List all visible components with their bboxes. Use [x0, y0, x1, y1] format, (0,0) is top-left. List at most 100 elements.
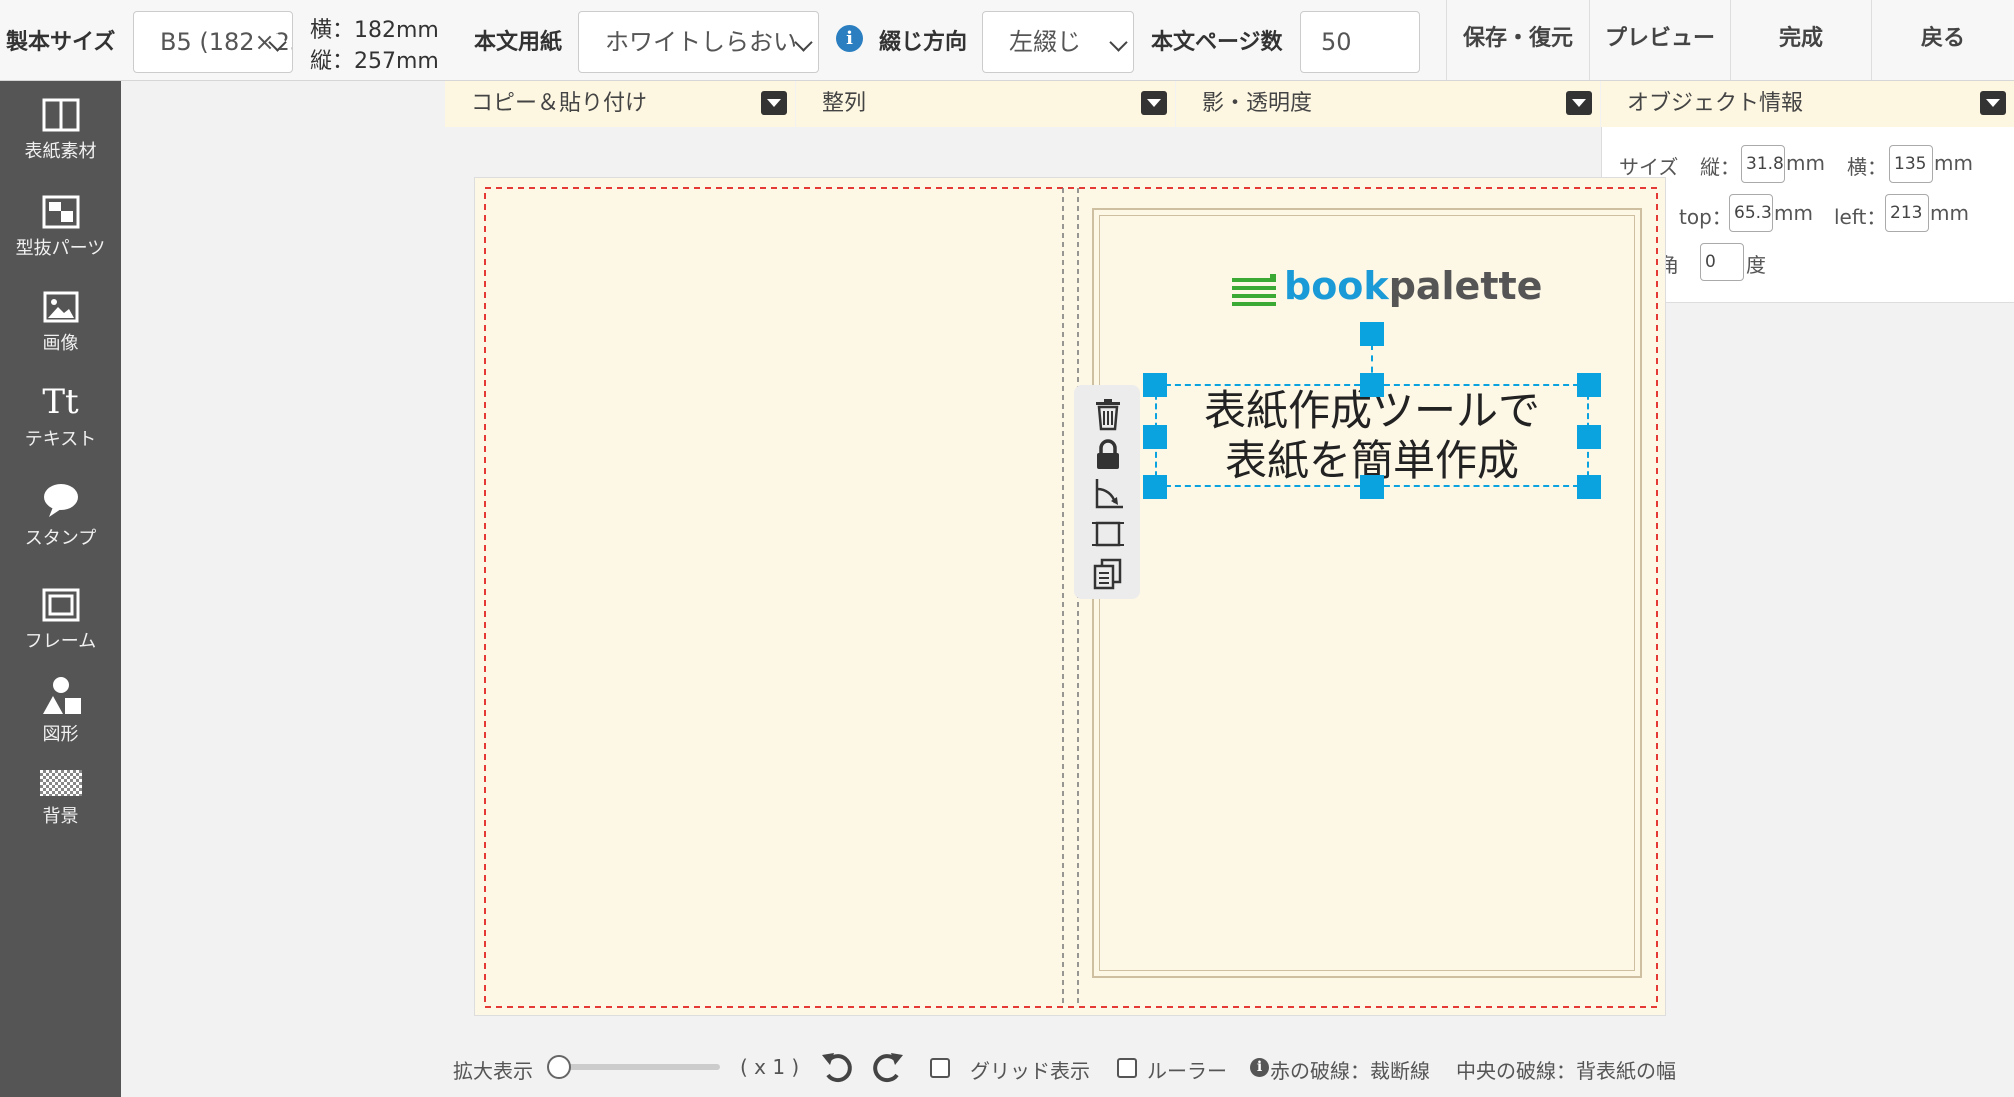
sidebar-item-label: 背景 — [42, 806, 79, 827]
speech-bubble-icon — [43, 484, 78, 517]
sidebar-item-label: 図形 — [42, 724, 79, 745]
sidebar-item-label: 表紙素材 — [24, 141, 97, 162]
grid-checkbox[interactable] — [930, 1058, 950, 1078]
cover-text[interactable]: 表紙作成ツールで 表紙を簡単作成 — [1157, 386, 1587, 486]
zoom-slider-track[interactable] — [560, 1064, 720, 1070]
page-count-input[interactable]: 50 — [1300, 11, 1420, 73]
zoom-label: 拡大表示 — [453, 1059, 533, 1083]
sidebar-item-label: テキスト — [24, 429, 97, 450]
dropdown-arrow-icon[interactable] — [1980, 91, 2006, 115]
paper-label: 本文用紙 — [474, 30, 563, 55]
dropdown-arrow-icon[interactable] — [1566, 91, 1592, 115]
object-info-panel-header[interactable]: オブジェクト情報 — [1601, 81, 2014, 127]
logo-lines-icon — [1232, 274, 1276, 306]
ruler-label: ルーラー — [1147, 1059, 1227, 1083]
crop-frame-icon[interactable] — [1091, 517, 1125, 551]
resize-handle-bottom-left[interactable] — [1143, 475, 1167, 499]
back-button[interactable]: 戻る — [1871, 0, 2014, 80]
binding-direction-label: 綴じ方向 — [879, 30, 968, 55]
copy-paste-panel-title: コピー＆貼り付け — [471, 91, 648, 116]
page-count-value: 50 — [1321, 28, 1352, 56]
background-pattern-icon — [39, 770, 82, 796]
width-label: 横： — [1847, 155, 1887, 179]
rotate-handle[interactable] — [1360, 322, 1384, 346]
logo-wordmark: bookpalette — [1284, 264, 1542, 308]
sidebar-item-label: スタンプ — [24, 528, 97, 549]
logo-book-text: book — [1284, 264, 1389, 308]
preview-button[interactable]: プレビュー — [1589, 0, 1730, 80]
resize-handle-top[interactable] — [1360, 373, 1384, 397]
height-input[interactable]: 31.8 — [1741, 145, 1785, 183]
resize-handle-bottom-right[interactable] — [1577, 475, 1601, 499]
die-cut-parts-icon — [42, 195, 79, 229]
sidebar-item-stamp[interactable]: スタンプ — [0, 480, 121, 550]
paper-select[interactable]: ホワイトしらおい — [578, 11, 819, 73]
undo-icon[interactable] — [820, 1051, 856, 1085]
binding-size-label: 製本サイズ — [6, 30, 116, 55]
top-unit: mm — [1774, 201, 1813, 225]
top-toolbar: 製本サイズ B5 (182×257) 横：182mm 縦：257mm 本文用紙 … — [0, 0, 2014, 81]
selected-text-object[interactable]: 表紙作成ツールで 表紙を簡単作成 — [1155, 384, 1589, 487]
chevron-down-icon — [1109, 33, 1128, 52]
ruler-checkbox[interactable] — [1117, 1058, 1137, 1078]
resize-handle-top-left[interactable] — [1143, 373, 1167, 397]
sidebar-item-background[interactable]: 背景 — [0, 770, 121, 828]
left-unit: mm — [1930, 201, 1969, 225]
sidebar-item-shapes[interactable]: 図形 — [0, 676, 121, 746]
height-unit: mm — [1786, 151, 1825, 175]
red-dash-note: 赤の破線：裁断線 — [1270, 1059, 1430, 1083]
left-input[interactable]: 213 — [1885, 194, 1929, 232]
sidebar-item-frame[interactable]: フレーム — [0, 587, 121, 653]
sidebar-item-text[interactable]: Tt テキスト — [0, 383, 121, 451]
lock-icon[interactable] — [1091, 437, 1125, 471]
rotation-unit: 度 — [1746, 253, 1766, 277]
frame-icon — [42, 588, 79, 622]
resize-handle-left[interactable] — [1143, 425, 1167, 449]
dropdown-arrow-icon[interactable] — [761, 91, 787, 115]
duplicate-icon[interactable] — [1091, 557, 1125, 591]
top-label: top： — [1679, 205, 1732, 229]
save-restore-button[interactable]: 保存・復元 — [1446, 0, 1589, 80]
sidebar-item-label: 型抜パーツ — [15, 238, 106, 259]
tool-sidebar: 表紙素材 型抜パーツ 画像 Tt テキスト スタンプ フレーム 図形 背景 — [0, 81, 121, 1097]
paper-value: ホワイトしらおい — [605, 28, 797, 56]
resize-handle-top-right[interactable] — [1577, 373, 1601, 397]
book-cover-icon — [42, 98, 79, 132]
shadow-opacity-panel-header[interactable]: 影・透明度 — [1176, 81, 1600, 127]
object-info-panel-title: オブジェクト情報 — [1627, 91, 1804, 116]
zoom-slider-thumb[interactable] — [547, 1055, 571, 1079]
info-icon[interactable]: i — [836, 25, 863, 52]
top-input[interactable]: 65.3 — [1729, 194, 1773, 232]
width-unit: mm — [1934, 151, 1973, 175]
rotate-angle-icon[interactable] — [1091, 477, 1125, 511]
finish-button[interactable]: 完成 — [1730, 0, 1871, 80]
align-panel-header[interactable]: 整列 — [796, 81, 1175, 127]
sidebar-item-die-cut-parts[interactable]: 型抜パーツ — [0, 194, 121, 260]
rotation-input[interactable]: 0 — [1700, 243, 1744, 281]
shapes-icon — [42, 677, 81, 714]
sidebar-item-cover-materials[interactable]: 表紙素材 — [0, 97, 121, 163]
size-label: サイズ — [1619, 155, 1679, 179]
page-count-label: 本文ページ数 — [1151, 30, 1283, 55]
center-dash-note: 中央の破線：背表紙の幅 — [1456, 1059, 1676, 1083]
resize-handle-right[interactable] — [1577, 425, 1601, 449]
width-input[interactable]: 135 — [1889, 145, 1933, 183]
sidebar-item-label: フレーム — [24, 631, 97, 652]
sidebar-item-image[interactable]: 画像 — [0, 289, 121, 355]
zoom-value: ( x 1 ) — [740, 1055, 800, 1079]
object-tool-palette — [1074, 385, 1140, 599]
text-icon: Tt — [42, 382, 79, 422]
redo-icon[interactable] — [869, 1051, 905, 1085]
align-panel-title: 整列 — [822, 91, 867, 116]
left-label: left： — [1834, 205, 1887, 229]
grid-label: グリッド表示 — [970, 1059, 1090, 1083]
copy-paste-panel-header[interactable]: コピー＆貼り付け — [445, 81, 795, 127]
resize-handle-bottom[interactable] — [1360, 475, 1384, 499]
info-icon: i — [1250, 1058, 1269, 1077]
dimension-height: 縦：257mm — [310, 49, 439, 74]
trash-icon[interactable] — [1091, 397, 1125, 431]
binding-size-select[interactable]: B5 (182×257) — [133, 11, 293, 73]
dropdown-arrow-icon[interactable] — [1141, 91, 1167, 115]
binding-direction-select[interactable]: 左綴じ — [982, 11, 1134, 73]
chevron-down-icon — [794, 33, 813, 52]
